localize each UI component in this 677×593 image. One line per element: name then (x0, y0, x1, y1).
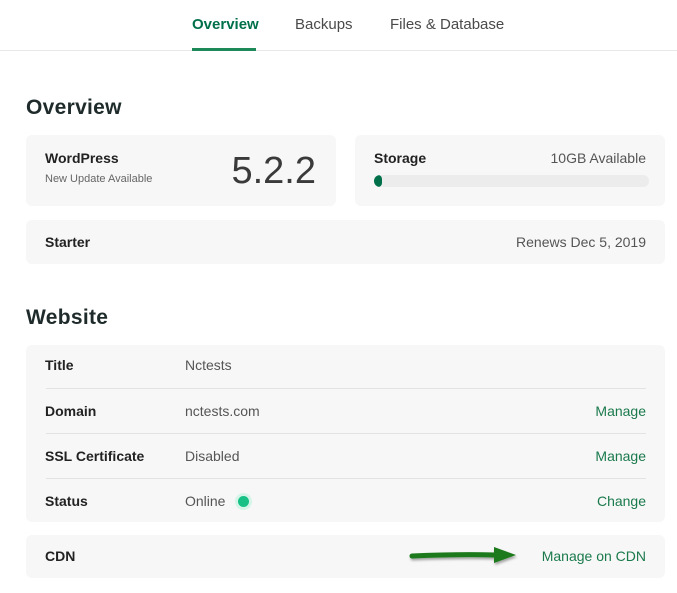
tab-backups[interactable]: Backups (295, 16, 353, 33)
manage-on-cdn-link[interactable]: Manage on CDN (542, 548, 646, 564)
ssl-value: Disabled (185, 448, 240, 464)
plan-renewal-date: Renews Dec 5, 2019 (516, 234, 646, 250)
status-value: Online (185, 493, 226, 509)
manage-domain-link[interactable]: Manage (595, 403, 646, 419)
website-details-card: Title Nctests Domain nctests.com Manage … (26, 345, 665, 522)
storage-card: Storage 10GB Available (355, 135, 665, 206)
change-status-link[interactable]: Change (597, 493, 646, 509)
wordpress-card: WordPress New Update Available 5.2.2 (26, 135, 336, 206)
website-row-label: Title (45, 357, 74, 373)
website-heading: Website (26, 306, 109, 329)
wordpress-label: WordPress (45, 150, 119, 166)
tab-bar: Overview Backups Files & Database (0, 0, 677, 51)
active-tab-indicator (192, 48, 256, 51)
wordpress-version: 5.2.2 (231, 150, 316, 192)
overview-heading: Overview (26, 96, 122, 119)
tab-files-database[interactable]: Files & Database (390, 16, 504, 33)
storage-progress-bar (374, 175, 649, 187)
storage-label: Storage (374, 150, 427, 166)
storage-progress-fill (374, 175, 383, 187)
row-divider (46, 478, 646, 479)
plan-name: Starter (45, 234, 91, 250)
manage-ssl-link[interactable]: Manage (595, 448, 646, 464)
domain-value: nctests.com (185, 403, 260, 419)
wordpress-update-note: New Update Available (45, 173, 153, 185)
storage-available: 10GB Available (550, 150, 646, 166)
website-row-label: SSL Certificate (45, 448, 145, 464)
status-dot-icon (238, 496, 249, 507)
website-title-value: Nctests (185, 357, 232, 373)
arrow-right-icon (409, 547, 516, 563)
row-divider (46, 433, 646, 434)
website-row-label: Status (45, 493, 88, 509)
plan-card: Starter Renews Dec 5, 2019 (26, 220, 665, 264)
tab-overview[interactable]: Overview (192, 16, 259, 33)
row-divider (46, 388, 646, 389)
cdn-card: CDN Manage on CDN (26, 535, 665, 578)
cdn-label: CDN (45, 548, 76, 564)
website-row-label: Domain (45, 403, 97, 419)
